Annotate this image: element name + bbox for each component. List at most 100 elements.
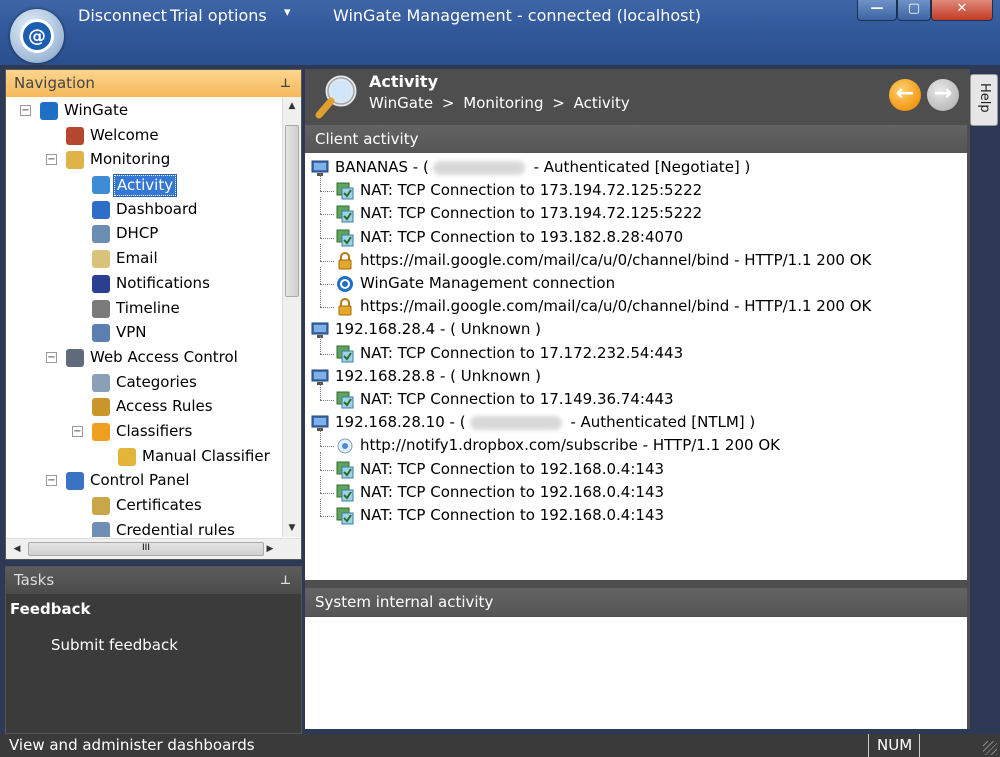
tree-item-timeline[interactable]: Timeline [6,297,281,322]
classifiers-icon [92,422,110,441]
nat-icon [336,205,354,223]
navigation-vertical-scrollbar[interactable]: ▲ ▼ [282,97,301,537]
application-menu-button[interactable]: @ [10,9,64,63]
client-activity-header: Client activity [305,125,967,153]
minimize-button[interactable]: — [857,0,897,21]
tree-item-wingate[interactable]: − WinGate [6,99,281,124]
window-title: WinGate Management - connected (localhos… [333,6,701,25]
collapse-toggle-icon[interactable]: − [46,351,57,363]
welcome-icon [66,126,84,145]
breadcrumb-activity[interactable]: Activity [574,94,630,112]
tree-item-label: Classifiers [116,421,193,440]
tree-item-label: Activity [112,174,178,198]
activity-text: BANANAS - ( - Authenticated [Negotiate] … [335,156,750,178]
wingate-connection-icon [336,275,354,293]
tree-item-vpn[interactable]: VPN [6,321,281,346]
title-bar: @ Disconnect Trial options ▾ WinGate Man… [0,0,1000,65]
nat-icon [336,461,354,479]
tree-item-label: WinGate [64,101,129,119]
magnifier-icon [315,75,357,119]
access-rules-icon [92,398,110,417]
collapse-toggle-icon[interactable]: − [20,105,31,116]
scroll-thumb-horizontal[interactable]: III [28,542,264,556]
activity-text: NAT: TCP Connection to 192.168.0.4:143 [360,459,665,478]
lock-icon [336,251,354,270]
tree-item-label: VPN [116,323,147,342]
submit-feedback-link[interactable]: Submit feedback [6,624,301,654]
collapse-toggle-icon[interactable]: − [72,425,83,437]
help-tab[interactable]: Help [970,74,998,126]
tree-item-categories[interactable]: Categories [6,371,281,396]
tree-item-dashboard[interactable]: Dashboard [6,198,281,223]
forward-arrow-icon[interactable]: → [927,79,959,111]
collapse-toggle-icon[interactable]: − [46,154,57,166]
tree-item-email[interactable]: Email [6,247,281,272]
status-text: View and administer dashboards [9,736,255,754]
dashboard-icon [92,200,110,219]
navigation-tree: − WinGate Welcome − Monitoring Activity Dashbo… [6,97,281,537]
scroll-down-arrow-icon[interactable]: ▼ [283,519,301,537]
navigation-header: Navigation ⊥ [6,70,301,97]
notifications-icon [92,274,110,293]
system-activity-header: System internal activity [305,588,967,616]
activity-text: 192.168.28.8 - ( Unknown ) [335,366,542,385]
pin-icon[interactable]: ⊥ [280,70,291,97]
tree-item-monitoring[interactable]: − Monitoring [6,148,281,173]
scroll-up-arrow-icon[interactable]: ▲ [283,97,301,115]
wingate-logo-icon: @ [20,19,54,53]
tree-item-welcome[interactable]: Welcome [6,124,281,149]
control-panel-icon [66,472,84,491]
back-arrow-icon[interactable]: ← [889,79,921,111]
tree-item-credential-rules[interactable]: Credential rules [6,519,281,537]
collapse-toggle-icon[interactable]: − [46,475,57,487]
tree-item-classifiers[interactable]: − Classifiers [6,420,281,445]
tree-item-activity[interactable]: Activity [6,173,281,198]
monitoring-folder-icon [66,151,84,170]
breadcrumb-separator: > [552,94,565,112]
system-activity-list [305,617,967,729]
navigation-horizontal-scrollbar[interactable]: ◀ III ▶ [6,538,301,559]
redacted-username [432,160,525,175]
pin-icon[interactable]: ⊥ [280,567,291,594]
lock-icon [336,298,354,316]
tree-item-label: DHCP [116,224,159,243]
breadcrumb-separator: > [441,94,455,112]
certificates-icon [92,497,110,515]
activity-text: NAT: TCP Connection to 173.194.72.125:52… [360,204,703,223]
tree-item-control-panel[interactable]: − Control Panel [6,469,281,494]
tree-item-dhcp[interactable]: DHCP [6,222,281,247]
navigation-header-label: Navigation [14,74,95,92]
redacted-username [469,415,562,430]
content-area: Activity WinGate > Monitoring > Activity… [305,69,970,729]
quick-access-dropdown-icon[interactable]: ▾ [284,5,291,20]
nat-icon [336,391,354,409]
tree-item-label: Welcome [90,125,159,144]
activity-text: NAT: TCP Connection to 193.182.8.28:4070 [360,227,684,246]
resize-grip-icon[interactable] [983,741,997,755]
maximize-button[interactable]: ▢ [897,0,931,21]
tasks-panel: Tasks ⊥ Feedback Submit feedback [5,566,302,734]
tree-item-manual-classifier[interactable]: Manual Classifier [6,445,281,470]
scroll-right-arrow-icon[interactable]: ▶ [261,539,279,559]
close-button[interactable]: ✕ [931,0,993,21]
breadcrumb-wingate[interactable]: WinGate [369,94,433,112]
trial-options-button[interactable]: Trial options [170,6,267,25]
scroll-left-arrow-icon[interactable]: ◀ [8,539,26,559]
activity-text: http://notify1.dropbox.com/subscribe - H… [360,436,780,455]
breadcrumb-monitoring[interactable]: Monitoring [463,94,543,112]
tasks-header-label: Tasks [14,571,55,589]
tree-item-notifications[interactable]: Notifications [6,272,281,297]
activity-icon [92,176,110,195]
activity-text-suffix: - Authenticated [Negotiate] ) [528,158,751,176]
activity-text: https://mail.google.com/mail/ca/u/0/chan… [360,297,872,316]
categories-icon [92,373,110,392]
activity-text: https://mail.google.com/mail/ca/u/0/chan… [360,250,872,269]
tree-item-access-rules[interactable]: Access Rules [6,395,281,420]
nat-icon [336,182,354,200]
tree-item-web-access-control[interactable]: − Web Access Control [6,346,281,371]
disconnect-button[interactable]: Disconnect [78,6,167,25]
tree-item-certificates[interactable]: Certificates [6,494,281,519]
tree-item-label: Certificates [116,496,202,514]
scroll-thumb[interactable] [285,125,299,297]
navigation-panel: Navigation ⊥ − WinGate Welcome − Monitoring A… [5,69,302,560]
